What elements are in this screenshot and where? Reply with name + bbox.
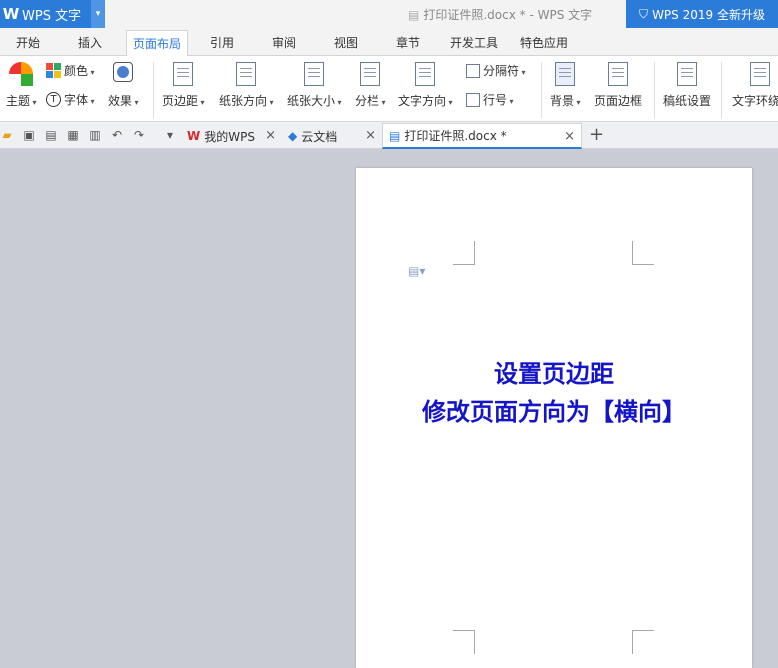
app-name: WPS 文字: [22, 8, 82, 24]
tab-chapter[interactable]: 章节: [396, 34, 420, 51]
tab-review[interactable]: 审阅: [272, 34, 296, 51]
page-border-icon: [608, 62, 628, 86]
page-border-button[interactable]: 页面边框: [594, 62, 642, 109]
page-heading-line1: 设置页边距: [494, 360, 614, 388]
tab-view[interactable]: 视图: [334, 34, 358, 51]
margin-corner-mark: [453, 241, 475, 265]
chevron-down-icon[interactable]: ▾: [163, 128, 177, 142]
paper-setting-button[interactable]: 稿纸设置: [663, 62, 711, 109]
ribbon-separator: [541, 62, 542, 118]
background-button[interactable]: 背景: [550, 62, 581, 109]
tab-page-layout[interactable]: 页面布局: [126, 30, 189, 57]
export-pdf-icon[interactable]: ▤: [44, 128, 58, 142]
new-tab-icon[interactable]: +: [589, 124, 604, 145]
margin-corner-mark: [453, 630, 475, 654]
font-t-icon: T: [46, 92, 61, 107]
ribbon-toolbar: 主题 颜色 T 字体 效果 页边距 纸张方向 纸张大小 分栏 文字方向 分隔符: [0, 56, 778, 122]
ribbon-separator: [654, 62, 655, 118]
paper-size-icon: [304, 62, 325, 86]
paper-setting-icon: [677, 62, 697, 86]
tab-document[interactable]: ▤ 打印证件照.docx * ×: [382, 123, 582, 149]
document-icon: ▤: [408, 7, 420, 22]
theme-button[interactable]: 主题: [6, 62, 37, 109]
effect-icon: [113, 62, 134, 82]
background-icon: [555, 62, 576, 86]
text-direction-button[interactable]: 文字方向: [398, 62, 453, 109]
separator-button[interactable]: 分隔符: [466, 62, 526, 79]
print-icon[interactable]: ▦: [66, 128, 80, 142]
close-icon[interactable]: ×: [365, 128, 376, 143]
ribbon-tabs: 开始 插入 页面布局 引用 审阅 视图 章节 开发工具 特色应用: [0, 28, 778, 57]
effect-button[interactable]: 效果: [108, 62, 139, 109]
close-icon[interactable]: ×: [564, 129, 575, 144]
paste-options-icon[interactable]: ▤▾: [408, 264, 425, 278]
tab-my-wps[interactable]: W 我的WPS ×: [181, 123, 282, 149]
columns-icon: [360, 62, 381, 86]
separator-icon: [466, 63, 480, 78]
tab-references[interactable]: 引用: [210, 34, 234, 51]
orientation-button[interactable]: 纸张方向: [219, 62, 274, 109]
tab-cloud-docs[interactable]: ◆ 云文档 ×: [282, 123, 382, 149]
upgrade-button[interactable]: ⛉ WPS 2019 全新升级: [626, 0, 778, 28]
open-folder-icon[interactable]: ▰: [0, 128, 14, 142]
text-direction-icon: [415, 62, 436, 86]
font-button[interactable]: T 字体: [46, 91, 95, 108]
ribbon-separator: [721, 62, 722, 118]
app-menu-button[interactable]: W WPS 文字 ▾: [0, 0, 105, 28]
document-icon: ▤: [389, 128, 401, 143]
color-button[interactable]: 颜色: [46, 62, 95, 79]
window-title: ▤ 打印证件照.docx * - WPS 文字: [408, 7, 593, 23]
line-number-icon: [466, 92, 480, 107]
undo-icon[interactable]: ↶: [110, 128, 124, 142]
text-wrap-icon: [750, 62, 770, 86]
wps-logo-icon: W: [187, 129, 201, 143]
line-number-button[interactable]: 行号: [466, 91, 514, 108]
columns-button[interactable]: 分栏: [355, 62, 386, 109]
theme-icon: [9, 62, 34, 86]
color-grid-icon: [46, 63, 61, 78]
cloud-cube-icon: ◆: [288, 129, 298, 143]
tab-features[interactable]: 特色应用: [520, 34, 568, 51]
redo-icon[interactable]: ↷: [132, 128, 146, 142]
margin-corner-mark: [632, 241, 654, 265]
orientation-icon: [236, 62, 257, 86]
paper-size-button[interactable]: 纸张大小: [287, 62, 342, 109]
ribbon-separator: [153, 62, 154, 118]
document-tab-bar: ▰ ▣ ▤ ▦ ▥ ↶ ↷ ▾ W 我的WPS × ◆ 云文档 × ▤ 打印证件…: [0, 122, 778, 149]
margin-corner-mark: [632, 630, 654, 654]
close-icon[interactable]: ×: [265, 128, 276, 143]
title-bar: W WPS 文字 ▾ ▤ 打印证件照.docx * - WPS 文字 ⛉ WPS…: [0, 0, 778, 28]
text-wrap-button[interactable]: 文字环绕: [732, 62, 778, 109]
tab-insert[interactable]: 插入: [78, 34, 102, 51]
margin-button[interactable]: 页边距: [162, 62, 205, 109]
wps-logo-icon: W: [2, 5, 20, 23]
chevron-down-icon[interactable]: ▾: [91, 0, 105, 28]
print-preview-icon[interactable]: ▥: [88, 128, 102, 142]
tab-home[interactable]: 开始: [16, 34, 40, 51]
document-page[interactable]: ▤▾ 设置页边距 修改页面方向为【横向】: [356, 168, 752, 668]
save-icon[interactable]: ▣: [22, 128, 36, 142]
shield-icon: ⛉: [639, 6, 649, 21]
margin-icon: [173, 62, 194, 86]
page-heading-line2: 修改页面方向为【横向】: [422, 398, 686, 426]
tab-developer[interactable]: 开发工具: [450, 34, 498, 51]
